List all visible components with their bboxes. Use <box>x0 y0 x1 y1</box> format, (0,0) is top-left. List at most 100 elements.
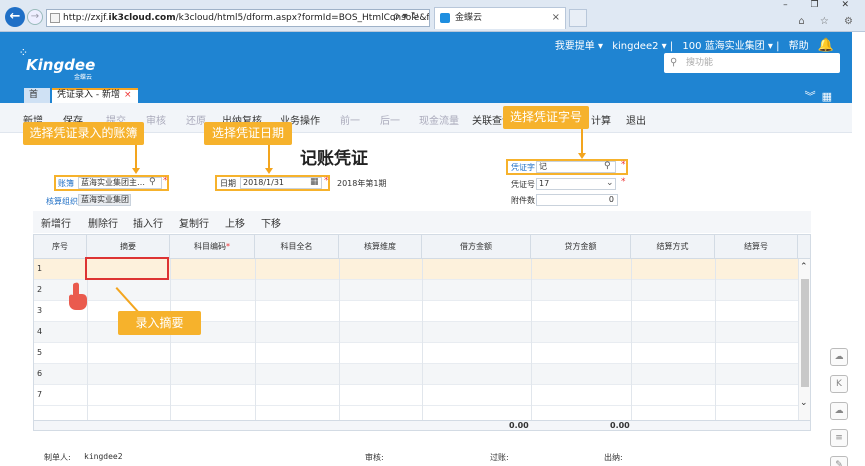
required-marker: * <box>621 177 626 187</box>
required-marker: * <box>324 176 329 186</box>
edit-icon[interactable]: ✎ <box>830 456 848 466</box>
table-row[interactable]: 6 <box>34 364 798 385</box>
hand-pointer-icon <box>69 282 87 310</box>
column-header: 结算方式 <box>631 235 715 259</box>
function-search-input[interactable]: ⚲ 搜功能 <box>664 53 840 73</box>
voucher-number-label: 凭证号 <box>511 180 535 189</box>
account-book-label[interactable]: 账簿 <box>58 178 74 189</box>
new-tab-button[interactable] <box>569 9 587 27</box>
grid-action-bar: 新增行 删除行 插入行 复制行 上移 下移 <box>33 211 811 233</box>
row-number: 4 <box>37 327 43 336</box>
table-row[interactable]: 2 <box>34 280 798 301</box>
callout-date: 选择凭证日期 <box>204 122 292 145</box>
column-header: 贷方金额 <box>531 235 631 259</box>
callout-arrowhead <box>132 168 140 174</box>
close-tab-icon[interactable]: × <box>552 8 560 28</box>
cashier-label: 出纳: <box>604 453 623 462</box>
grid-scrollbar[interactable]: ⌃ ⌄ <box>798 259 810 420</box>
column-header: 结算号 <box>715 235 798 259</box>
callout-summary: 录入摘要 <box>118 311 201 335</box>
close-tab-icon[interactable]: × <box>124 90 132 100</box>
delete-row-button[interactable]: 删除行 <box>88 215 118 230</box>
submit-ticket-link[interactable]: 我要提单 <box>555 41 595 52</box>
grid-header: 序号 摘要 科目编码* 科目全名 核算维度 借方金额 贷方金额 结算方式 结算号 <box>34 235 810 259</box>
grid-totals-row: 0.00 0.00 <box>34 420 810 430</box>
back-button[interactable]: ← <box>5 7 25 27</box>
collapse-icon[interactable]: ︾ <box>805 90 822 103</box>
column-header-label: 科目编码 <box>194 242 226 251</box>
tab-voucher-entry[interactable]: 凭证录入 - 新增 × <box>52 88 138 103</box>
column-divider <box>339 259 340 423</box>
url-host: ik3cloud.com <box>108 13 176 23</box>
cloud-upload-icon[interactable]: ☁ <box>830 402 848 420</box>
browser-icons[interactable]: ⌂ ☆ ⚙ <box>798 16 859 27</box>
attachments-label: 附件数 <box>511 196 535 205</box>
row-number: 5 <box>37 348 43 357</box>
search-icon[interactable]: ⚲ <box>604 161 611 171</box>
org-menu[interactable]: 100 蓝海实业集团 <box>682 41 764 52</box>
row-number: 6 <box>37 369 43 378</box>
bell-icon[interactable]: 🔔 <box>818 38 834 53</box>
org-label[interactable]: 核算组织 <box>46 196 78 207</box>
chevron-down-icon[interactable]: ⌄ <box>606 178 614 188</box>
toolbar-next[interactable]: 后一 <box>380 112 400 127</box>
toolbar-cashflow[interactable]: 现金流量 <box>419 112 459 127</box>
copy-row-button[interactable]: 复制行 <box>179 215 209 230</box>
address-bar[interactable]: http://zxjf.ik3cloud.com/k3cloud/html5/d… <box>46 9 430 27</box>
toolbar-restore[interactable]: 还原 <box>186 112 206 127</box>
database-icon[interactable]: ≡ <box>830 429 848 447</box>
move-up-button[interactable]: 上移 <box>225 215 245 230</box>
callout-arrow <box>135 145 137 168</box>
search-icon[interactable]: ⚲ <box>149 177 156 187</box>
org-value: 蓝海实业集团 <box>81 195 129 204</box>
cloud-icon[interactable]: ☁ <box>830 348 848 366</box>
debit-total: 0.00 <box>509 421 529 430</box>
address-tools[interactable]: ρ ▾ ↻ <box>393 9 419 25</box>
chevron-down-icon[interactable]: ⌄ <box>800 398 808 408</box>
column-divider <box>422 259 423 423</box>
insert-row-button[interactable]: 插入行 <box>133 215 163 230</box>
table-row[interactable]: 5 <box>34 343 798 364</box>
poster-label: 过账: <box>490 453 509 462</box>
browser-tab-title: 金蝶云 <box>455 13 483 23</box>
voucher-number-field[interactable]: 17 <box>536 178 616 190</box>
required-marker: * <box>621 160 626 170</box>
account-book-value: 蓝海实业集团主… <box>81 178 145 187</box>
calendar-icon[interactable]: ▦ <box>310 177 319 187</box>
voucher-word-label[interactable]: 凭证字 <box>511 162 535 173</box>
url-prefix: http://zxjf. <box>63 13 109 23</box>
page-icon <box>50 13 60 23</box>
attachments-field[interactable]: 0 <box>536 194 618 206</box>
scrollbar-thumb[interactable] <box>801 279 809 387</box>
toolbar-prev[interactable]: 前一 <box>340 112 360 127</box>
move-down-button[interactable]: 下移 <box>261 215 281 230</box>
column-divider <box>170 259 171 423</box>
k-icon[interactable]: K <box>830 375 848 393</box>
column-divider <box>631 259 632 423</box>
date-label: 日期 <box>220 179 236 188</box>
grid-icon[interactable]: ▦ <box>822 90 838 103</box>
add-row-button[interactable]: 新增行 <box>41 215 71 230</box>
help-link[interactable]: 帮助 <box>789 41 809 52</box>
user-menu[interactable]: kingdee2 <box>612 41 658 52</box>
callout-voucher-word: 选择凭证字号 <box>503 106 589 129</box>
toolbar-audit[interactable]: 审核 <box>146 112 166 127</box>
tab-tools[interactable]: ︾▦ <box>805 88 838 104</box>
tab-home[interactable]: 首页 <box>24 88 50 114</box>
toolbar-calculate[interactable]: 计算 <box>591 112 611 127</box>
forward-button[interactable]: → <box>27 9 43 25</box>
toolbar-exit[interactable]: 退出 <box>626 112 646 127</box>
voucher-number-value: 17 <box>539 179 550 188</box>
column-divider <box>715 259 716 423</box>
summary-cell-selected[interactable] <box>85 257 169 280</box>
attachments-value: 0 <box>608 195 614 204</box>
chevron-up-icon[interactable]: ⌃ <box>800 262 808 272</box>
credit-total: 0.00 <box>610 421 630 430</box>
auditor-label: 审核: <box>365 453 384 462</box>
period-label: 2018年第1期 <box>337 179 387 188</box>
required-marker: * <box>163 176 168 186</box>
window-controls[interactable]: – ❐ ✕ <box>783 0 859 10</box>
table-row[interactable]: 7 <box>34 385 798 406</box>
browser-tab[interactable]: 金蝶云 × <box>434 7 566 29</box>
app-tabs: 首页 凭证录入 - 新增 × ︾▦ <box>0 87 852 114</box>
